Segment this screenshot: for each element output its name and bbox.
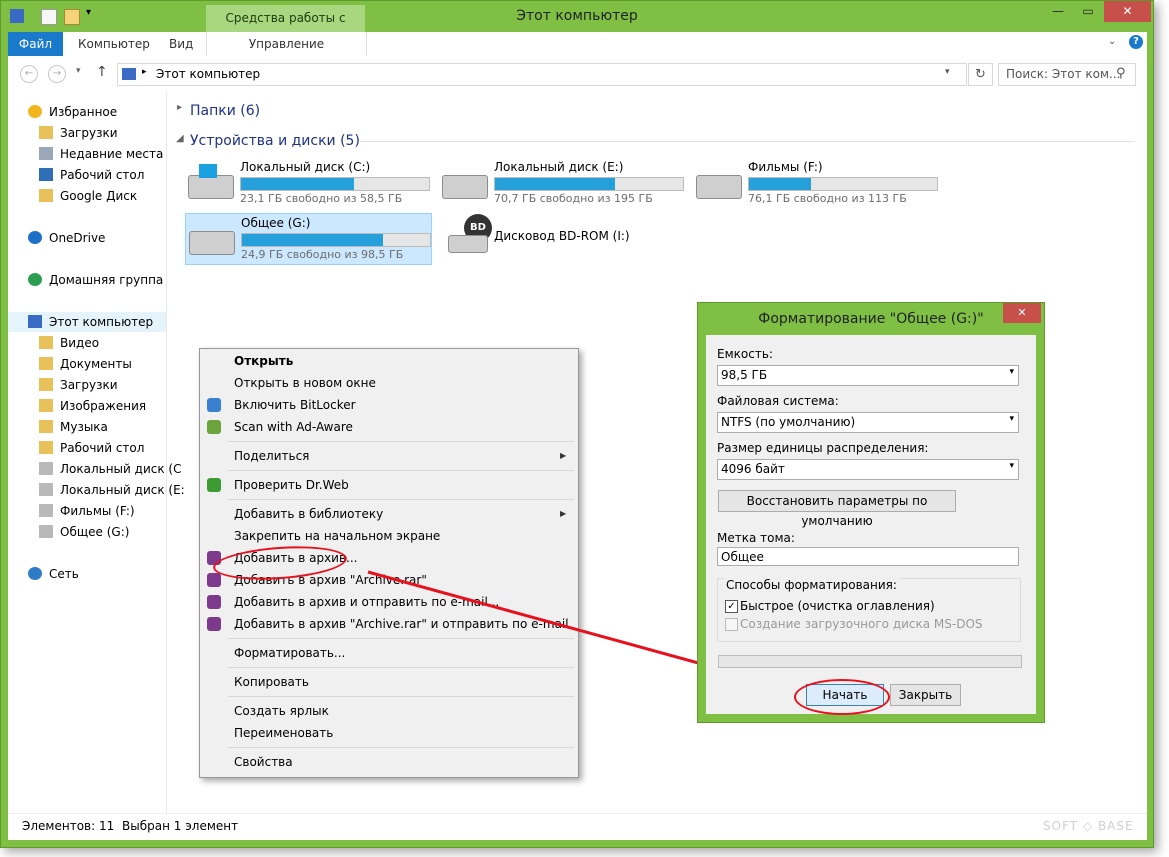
format-options-label: Способы форматирования:	[724, 578, 899, 592]
volume-label-label: Метка тома:	[717, 531, 795, 545]
red-annotation-ellipse	[794, 679, 890, 715]
volume-label-input[interactable]	[717, 547, 1019, 566]
chevron-down-icon: ▾	[1009, 367, 1014, 377]
capacity-label: Емкость:	[717, 347, 773, 361]
dialog-body: Емкость: 98,5 ГБ ▾ Файловая система: NTF…	[706, 335, 1036, 715]
dialog-cancel-button[interactable]: Закрыть	[890, 684, 961, 706]
dialog-title: Форматирование "Общее (G:)"	[758, 311, 984, 327]
filesystem-value: NTFS (по умолчанию)	[721, 415, 856, 429]
quick-format-label: Быстрое (очистка оглавления)	[740, 599, 935, 613]
filesystem-select[interactable]: NTFS (по умолчанию) ▾	[717, 412, 1019, 433]
format-dialog: Форматирование "Общее (G:)" ✕ Емкость: 9…	[697, 302, 1045, 723]
cluster-size-label: Размер единицы распределения:	[717, 441, 929, 455]
quick-format-checkbox[interactable]: ✓	[725, 600, 738, 613]
dialog-close-button[interactable]: ✕	[1003, 303, 1041, 323]
cluster-size-value: 4096 байт	[721, 462, 785, 476]
msdos-boot-checkbox[interactable]	[725, 618, 738, 631]
msdos-boot-label: Создание загрузочного диска MS-DOS	[740, 617, 983, 631]
chevron-down-icon: ▾	[1009, 414, 1014, 424]
restore-defaults-button[interactable]: Восстановить параметры по умолчанию	[718, 490, 956, 528]
capacity-select[interactable]: 98,5 ГБ ▾	[717, 365, 1019, 386]
format-progress-bar	[718, 655, 1022, 668]
chevron-down-icon: ▾	[1009, 461, 1014, 471]
filesystem-label: Файловая система:	[717, 394, 839, 408]
cluster-size-select[interactable]: 4096 байт ▾	[717, 459, 1019, 480]
capacity-value: 98,5 ГБ	[721, 368, 768, 382]
